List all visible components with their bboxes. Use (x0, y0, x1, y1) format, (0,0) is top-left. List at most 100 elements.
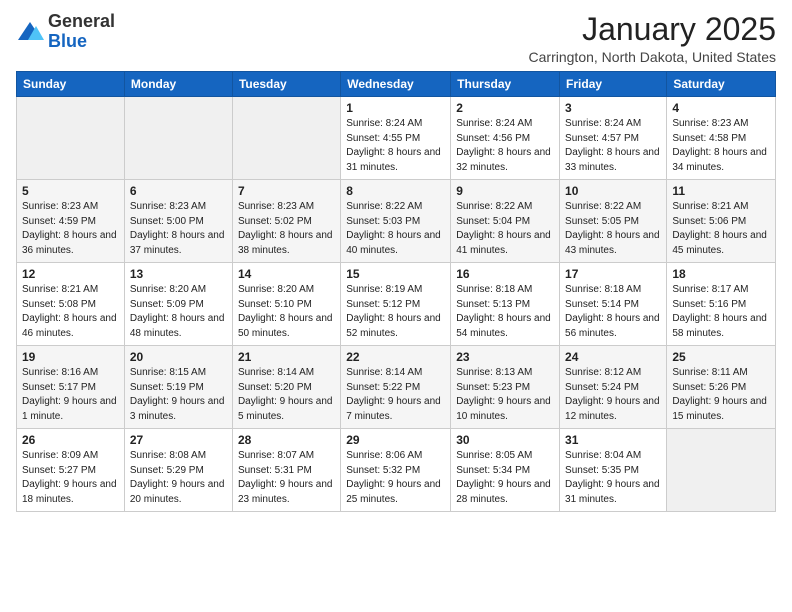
table-cell: 31Sunrise: 8:04 AMSunset: 5:35 PMDayligh… (560, 429, 667, 512)
day-number: 9 (456, 184, 554, 198)
day-info: Sunrise: 8:07 AMSunset: 5:31 PMDaylight:… (238, 449, 335, 507)
day-number: 7 (238, 184, 335, 198)
day-info: Sunrise: 8:24 AMSunset: 4:55 PMDaylight:… (346, 117, 445, 175)
day-number: 30 (456, 433, 554, 447)
table-cell: 18 Sunrise: 8:17 AMSunset: 5:16 PMDayligh… (667, 263, 776, 346)
day-info: Sunrise: 8:09 AMSunset: 5:27 PMDaylight:… (22, 449, 119, 507)
logo-general-text: General (48, 11, 115, 31)
table-cell: 11Sunrise: 8:21 AMSunset: 5:06 PMDayligh… (667, 180, 776, 263)
day-number: 26 (22, 433, 119, 447)
day-info: Sunrise: 8:24 AMSunset: 4:56 PMDaylight:… (456, 117, 554, 175)
table-cell: 5 Sunrise: 8:23 AMSunset: 4:59 PMDaylight… (17, 180, 125, 263)
table-cell: 26 Sunrise: 8:09 AMSunset: 5:27 PMDayligh… (17, 429, 125, 512)
col-monday: Monday (124, 72, 232, 97)
day-info: Sunrise: 8:24 AMSunset: 4:57 PMDaylight:… (565, 117, 661, 175)
day-number: 29 (346, 433, 445, 447)
table-cell (124, 97, 232, 180)
day-number: 2 (456, 101, 554, 115)
table-cell: 29 Sunrise: 8:06 AMSunset: 5:32 PMDayligh… (341, 429, 451, 512)
day-info: Sunrise: 8:04 AMSunset: 5:35 PMDaylight:… (565, 449, 661, 507)
table-cell: 2 Sunrise: 8:24 AMSunset: 4:56 PMDaylight… (451, 97, 560, 180)
table-cell: 20Sunrise: 8:15 AMSunset: 5:19 PMDayligh… (124, 346, 232, 429)
day-number: 23 (456, 350, 554, 364)
day-info: Sunrise: 8:20 AMSunset: 5:09 PMDaylight:… (130, 283, 227, 341)
header-row: General Blue January 2025 Carrington, No… (16, 12, 776, 65)
col-tuesday: Tuesday (232, 72, 340, 97)
week-row-3: 12Sunrise: 8:21 AMSunset: 5:08 PMDayligh… (17, 263, 776, 346)
col-sunday: Sunday (17, 72, 125, 97)
table-cell (667, 429, 776, 512)
week-row-4: 19Sunrise: 8:16 AMSunset: 5:17 PMDayligh… (17, 346, 776, 429)
table-cell: 13 Sunrise: 8:20 AMSunset: 5:09 PMDayligh… (124, 263, 232, 346)
day-info: Sunrise: 8:21 AMSunset: 5:08 PMDaylight:… (22, 283, 119, 341)
day-number: 5 (22, 184, 119, 198)
day-info: Sunrise: 8:13 AMSunset: 5:23 PMDaylight:… (456, 366, 554, 424)
week-row-2: 5 Sunrise: 8:23 AMSunset: 4:59 PMDaylight… (17, 180, 776, 263)
table-cell: 25Sunrise: 8:11 AMSunset: 5:26 PMDayligh… (667, 346, 776, 429)
table-cell: 22Sunrise: 8:14 AMSunset: 5:22 PMDayligh… (341, 346, 451, 429)
day-number: 27 (130, 433, 227, 447)
table-cell: 9 Sunrise: 8:22 AMSunset: 5:04 PMDaylight… (451, 180, 560, 263)
day-number: 15 (346, 267, 445, 281)
table-cell: 27 Sunrise: 8:08 AMSunset: 5:29 PMDayligh… (124, 429, 232, 512)
table-cell: 7 Sunrise: 8:23 AMSunset: 5:02 PMDaylight… (232, 180, 340, 263)
day-number: 16 (456, 267, 554, 281)
week-row-5: 26 Sunrise: 8:09 AMSunset: 5:27 PMDayligh… (17, 429, 776, 512)
day-info: Sunrise: 8:12 AMSunset: 5:24 PMDaylight:… (565, 366, 661, 424)
day-number: 17 (565, 267, 661, 281)
month-title: January 2025 (529, 12, 776, 47)
day-info: Sunrise: 8:18 AMSunset: 5:13 PMDaylight:… (456, 283, 554, 341)
col-saturday: Saturday (667, 72, 776, 97)
table-cell: 17 Sunrise: 8:18 AMSunset: 5:14 PMDayligh… (560, 263, 667, 346)
day-number: 10 (565, 184, 661, 198)
table-cell: 16 Sunrise: 8:18 AMSunset: 5:13 PMDayligh… (451, 263, 560, 346)
table-cell: 6 Sunrise: 8:23 AMSunset: 5:00 PMDaylight… (124, 180, 232, 263)
table-cell: 10Sunrise: 8:22 AMSunset: 5:05 PMDayligh… (560, 180, 667, 263)
day-info: Sunrise: 8:17 AMSunset: 5:16 PMDaylight:… (672, 283, 770, 341)
day-number: 8 (346, 184, 445, 198)
table-cell: 21Sunrise: 8:14 AMSunset: 5:20 PMDayligh… (232, 346, 340, 429)
day-number: 6 (130, 184, 227, 198)
day-info: Sunrise: 8:19 AMSunset: 5:12 PMDaylight:… (346, 283, 445, 341)
day-number: 4 (672, 101, 770, 115)
logo-blue-text: Blue (48, 31, 87, 51)
day-number: 19 (22, 350, 119, 364)
day-number: 13 (130, 267, 227, 281)
logo-icon (16, 18, 44, 46)
day-info: Sunrise: 8:06 AMSunset: 5:32 PMDaylight:… (346, 449, 445, 507)
day-info: Sunrise: 8:05 AMSunset: 5:34 PMDaylight:… (456, 449, 554, 507)
day-number: 24 (565, 350, 661, 364)
day-info: Sunrise: 8:15 AMSunset: 5:19 PMDaylight:… (130, 366, 227, 424)
table-cell: 14 Sunrise: 8:20 AMSunset: 5:10 PMDayligh… (232, 263, 340, 346)
day-info: Sunrise: 8:20 AMSunset: 5:10 PMDaylight:… (238, 283, 335, 341)
table-cell: 28 Sunrise: 8:07 AMSunset: 5:31 PMDayligh… (232, 429, 340, 512)
calendar-body: 1Sunrise: 8:24 AMSunset: 4:55 PMDaylight… (17, 97, 776, 512)
day-info: Sunrise: 8:18 AMSunset: 5:14 PMDaylight:… (565, 283, 661, 341)
col-thursday: Thursday (451, 72, 560, 97)
day-info: Sunrise: 8:23 AMSunset: 4:59 PMDaylight:… (22, 200, 119, 258)
col-wednesday: Wednesday (341, 72, 451, 97)
day-info: Sunrise: 8:08 AMSunset: 5:29 PMDaylight:… (130, 449, 227, 507)
day-number: 28 (238, 433, 335, 447)
table-cell (17, 97, 125, 180)
day-info: Sunrise: 8:21 AMSunset: 5:06 PMDaylight:… (672, 200, 770, 258)
day-number: 3 (565, 101, 661, 115)
table-cell: 15 Sunrise: 8:19 AMSunset: 5:12 PMDayligh… (341, 263, 451, 346)
table-cell: 24 Sunrise: 8:12 AMSunset: 5:24 PMDayligh… (560, 346, 667, 429)
table-cell: 12Sunrise: 8:21 AMSunset: 5:08 PMDayligh… (17, 263, 125, 346)
table-cell: 19Sunrise: 8:16 AMSunset: 5:17 PMDayligh… (17, 346, 125, 429)
day-info: Sunrise: 8:23 AMSunset: 5:00 PMDaylight:… (130, 200, 227, 258)
day-info: Sunrise: 8:23 AMSunset: 5:02 PMDaylight:… (238, 200, 335, 258)
table-cell: 3 Sunrise: 8:24 AMSunset: 4:57 PMDaylight… (560, 97, 667, 180)
day-number: 14 (238, 267, 335, 281)
day-info: Sunrise: 8:22 AMSunset: 5:04 PMDaylight:… (456, 200, 554, 258)
table-cell: 8Sunrise: 8:22 AMSunset: 5:03 PMDaylight… (341, 180, 451, 263)
col-friday: Friday (560, 72, 667, 97)
logo: General Blue (16, 12, 115, 52)
table-cell: 30 Sunrise: 8:05 AMSunset: 5:34 PMDayligh… (451, 429, 560, 512)
day-number: 25 (672, 350, 770, 364)
table-cell: 1Sunrise: 8:24 AMSunset: 4:55 PMDaylight… (341, 97, 451, 180)
calendar-header-row: Sunday Monday Tuesday Wednesday Thursday… (17, 72, 776, 97)
day-number: 18 (672, 267, 770, 281)
location-subtitle: Carrington, North Dakota, United States (529, 49, 776, 65)
